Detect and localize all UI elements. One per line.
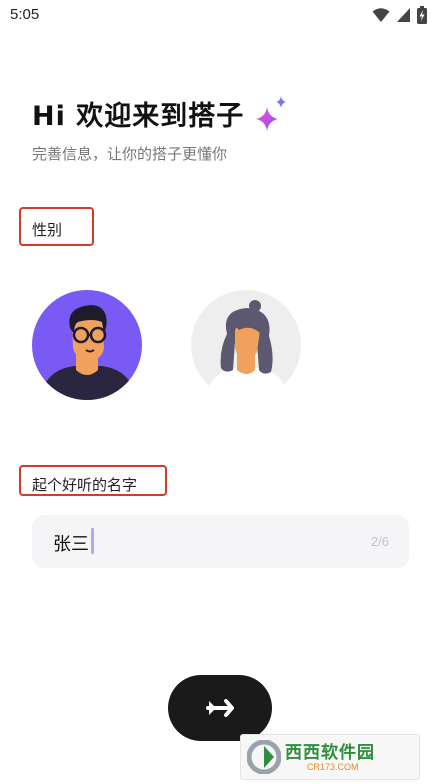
battery-charging-icon	[417, 6, 427, 24]
status-time: 5:05	[10, 6, 40, 23]
wifi-icon	[372, 8, 390, 22]
watermark-text: 西西软件园	[285, 743, 375, 763]
watermark-subtext: CR173.COM	[307, 762, 359, 772]
status-icons	[372, 6, 427, 24]
page-subtitle: 完善信息，让你的搭子更懂你	[32, 145, 228, 163]
headline: Hi 欢迎来到搭子	[32, 93, 288, 133]
next-button[interactable]	[168, 675, 272, 741]
status-bar: 5:05	[0, 0, 441, 30]
sparkle-icon	[256, 96, 287, 131]
gender-label: 性别	[32, 221, 63, 239]
watermark-logo-icon	[247, 740, 281, 774]
signal-icon	[397, 8, 410, 22]
name-label: 起个好听的名字	[32, 476, 138, 494]
text-caret	[91, 528, 94, 554]
character-counter: 2/6	[370, 534, 389, 549]
female-avatar[interactable]	[191, 290, 301, 400]
male-avatar-illustration	[40, 305, 136, 400]
name-input-value[interactable]: 张三	[53, 530, 89, 556]
name-input[interactable]: 张三 2/6	[32, 515, 409, 568]
watermark: 西西软件园 CR173.COM	[240, 734, 420, 780]
send-arrow-icon	[206, 699, 234, 717]
female-avatar-illustration	[205, 300, 289, 400]
male-avatar[interactable]	[32, 290, 142, 400]
page-title: Hi 欢迎来到搭子	[32, 100, 245, 132]
